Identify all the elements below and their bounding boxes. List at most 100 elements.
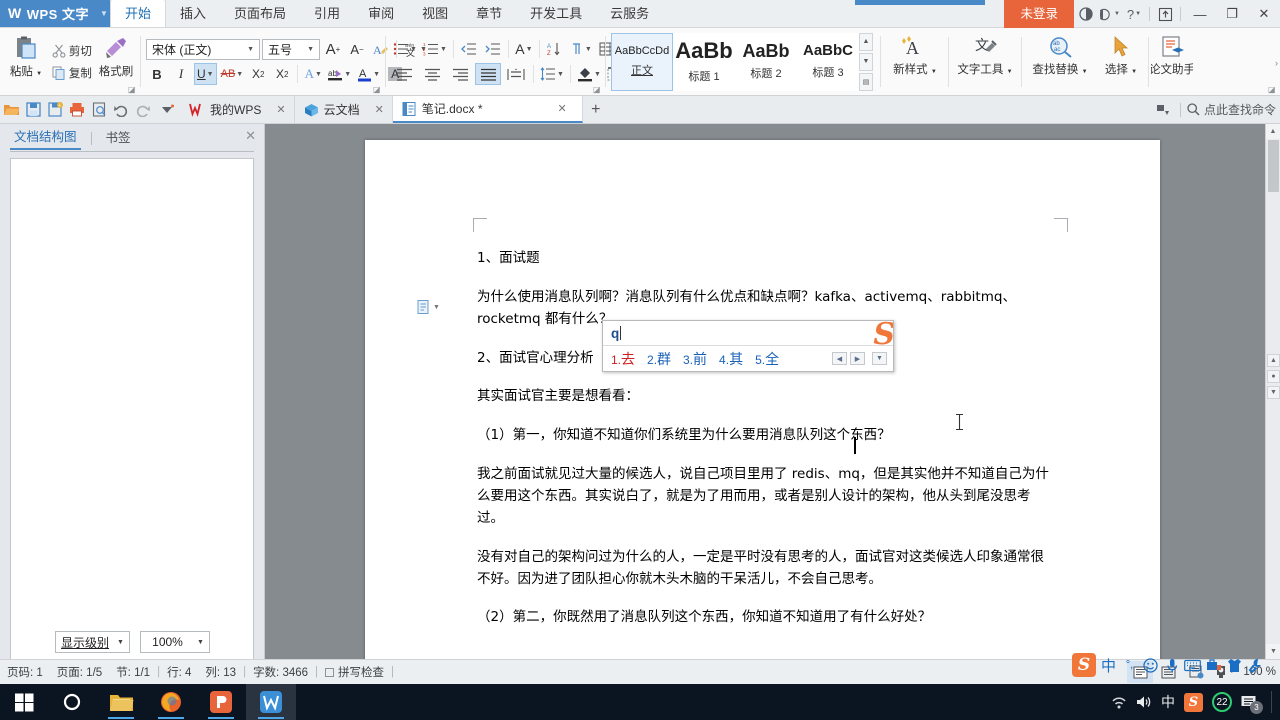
bold-button[interactable]: B [146, 63, 168, 85]
tray-notifications-icon[interactable]: 3 [1241, 695, 1263, 714]
help-icon[interactable]: ? ▼ [1122, 0, 1146, 28]
customize-quick-access-icon[interactable] [154, 97, 180, 123]
style-item-body[interactable]: AaBbCcDd 正文 [611, 32, 673, 91]
print-preview-icon[interactable] [88, 97, 110, 123]
style-item-heading2[interactable]: AaBb 标题 2 [735, 32, 797, 91]
document-canvas[interactable]: 1、面试题 为什么使用消息队列啊？消息队列有什么优点和缺点啊？kafka、act… [265, 124, 1280, 659]
font-dialog-launcher[interactable]: ◪ [373, 85, 382, 94]
scroll-down-arrow[interactable]: ▼ [1266, 644, 1280, 659]
decrease-indent-button[interactable] [458, 38, 480, 60]
chevron-down-icon[interactable]: ▼ [433, 304, 440, 311]
italic-button[interactable]: I [170, 63, 192, 85]
maximize-button[interactable]: ❐ [1216, 0, 1248, 28]
ime-candidate-popup[interactable]: q 1.去 2.群 3.前 4.其 5.全 ◀ ▶ ▼ S [602, 320, 894, 372]
new-style-button[interactable]: A 新样式 ▼ ◪ [884, 32, 1276, 94]
doc-tab-notes[interactable]: 笔记.docx * ✕ [392, 96, 583, 123]
strikethrough-button[interactable]: AB ▼ [219, 63, 246, 85]
ime-candidate-3[interactable]: 3.前 [683, 349, 707, 369]
open-file-icon[interactable] [0, 97, 22, 123]
taskbar-wps-presentation[interactable] [196, 684, 246, 720]
font-family-combo[interactable]: 宋体 (正文) ▼ [146, 38, 260, 60]
ribbon-tab-review[interactable]: 审阅 [354, 1, 408, 27]
ribbon-tab-view[interactable]: 视图 [408, 1, 462, 27]
sidebar-close-icon[interactable]: ✕ [245, 128, 256, 144]
ime-expand-button[interactable]: ▼ [872, 352, 887, 365]
ime-voice-input-icon[interactable] [1163, 658, 1180, 673]
sogou-logo-icon[interactable]: S [1072, 653, 1096, 677]
bullet-list-button[interactable]: ▼ [391, 38, 419, 60]
ime-skin-icon[interactable] [1226, 658, 1243, 673]
ime-settings-icon[interactable] [1247, 658, 1264, 673]
thesis-helper-button[interactable]: 论文助手 [1151, 32, 1193, 92]
ribbon-tab-cloud[interactable]: 云服务 [596, 1, 663, 27]
close-button[interactable]: ✕ [1248, 0, 1280, 28]
wps-app-logo[interactable]: W WPS 文字 ▼ [0, 0, 110, 27]
status-spellcheck[interactable]: 拼写检查 [318, 664, 391, 680]
numbered-list-button[interactable]: 123 ▼ [421, 38, 449, 60]
save-as-icon[interactable]: + [44, 97, 66, 123]
doc-tab-my-wps[interactable]: 我的WPS ✕ [180, 96, 295, 123]
sidebar-tab-bookmarks[interactable]: 书签 [102, 127, 135, 149]
save-icon[interactable] [22, 97, 44, 123]
increase-indent-button[interactable] [482, 38, 504, 60]
paste-button[interactable]: 粘贴 ▼ [4, 32, 48, 92]
clipboard-dialog-launcher[interactable]: ◪ [128, 85, 137, 94]
taskbar-wps-writer[interactable] [246, 684, 296, 720]
sort-button[interactable]: AZ [544, 38, 566, 60]
style-item-heading3[interactable]: AaBbC 标题 3 [797, 32, 859, 91]
distributed-align-button[interactable] [503, 63, 529, 85]
style-gutter-marker[interactable]: ▼ [417, 300, 440, 314]
scrollbar-thumb[interactable] [1268, 140, 1279, 192]
undo-icon[interactable] [110, 97, 132, 123]
text-tools-button[interactable]: 文 文字工具 ▼ [951, 32, 1019, 92]
chevron-down-icon[interactable]: ▼ [100, 9, 108, 18]
styles-gallery-scroll[interactable]: ▲ ▼ ▤ [859, 32, 873, 91]
ribbon-tab-insert[interactable]: 插入 [166, 1, 220, 27]
show-desktop-button[interactable] [1271, 691, 1272, 713]
justify-button[interactable] [475, 63, 501, 85]
gallery-expand[interactable]: ▤ [859, 72, 873, 91]
ime-prev-page-button[interactable]: ◀ [832, 352, 847, 365]
globe-icon[interactable] [1074, 0, 1098, 28]
ime-next-page-button[interactable]: ▶ [850, 352, 865, 365]
pinyin-phonetic-button[interactable]: A ▼ [513, 38, 535, 60]
select-browse-object-button[interactable]: ● [1267, 370, 1280, 383]
previous-page-button[interactable]: ▲ [1267, 354, 1280, 367]
document-body-text[interactable]: 1、面试题 为什么使用消息队列啊？消息队列有什么优点和缺点啊？kafka、act… [477, 248, 1053, 646]
network-icon[interactable] [1111, 695, 1127, 709]
ribbon-tab-start[interactable]: 开始 [110, 0, 167, 27]
align-left-button[interactable] [391, 63, 417, 85]
status-word-count[interactable]: 字数: 3466 [246, 664, 315, 680]
ribbon-tab-section[interactable]: 章节 [462, 1, 516, 27]
cortana-search-button[interactable] [48, 684, 96, 720]
find-replace-button[interactable]: ab ac 查找替换 ▼ [1024, 32, 1096, 92]
ribbon-overflow-icon[interactable]: › [1275, 58, 1278, 68]
find-command-box[interactable]: 点此查找命令 [1187, 101, 1276, 118]
subscript-button[interactable]: X2 [271, 63, 293, 85]
font-color-button[interactable]: A ▼ [355, 63, 382, 85]
ime-punctuation-toggle[interactable]: °, [1121, 659, 1138, 671]
align-right-button[interactable] [447, 63, 473, 85]
ribbon-tab-page-layout[interactable]: 页面布局 [220, 1, 300, 27]
ime-soft-keyboard-icon[interactable] [1184, 659, 1201, 672]
grow-font-button[interactable]: A + [322, 38, 344, 60]
line-spacing-button[interactable]: ▼ [538, 63, 566, 85]
copy-button[interactable]: 复制 [48, 62, 96, 84]
font-size-combo[interactable]: 五号 ▼ [262, 38, 320, 60]
gallery-scroll-up[interactable]: ▲ [859, 32, 873, 51]
tray-sogou-icon[interactable]: S [1184, 692, 1203, 712]
format-painter-button[interactable]: 格式刷 [96, 32, 136, 92]
print-icon[interactable] [66, 97, 88, 123]
redo-icon[interactable] [132, 97, 154, 123]
sidebar-zoom-dropdown[interactable]: 100% ▼ [139, 631, 210, 653]
document-page[interactable]: 1、面试题 为什么使用消息队列啊？消息队列有什么优点和缺点啊？kafka、act… [365, 140, 1160, 659]
ime-candidate-5[interactable]: 5.全 [755, 349, 779, 369]
ribbon-tab-references[interactable]: 引用 [300, 1, 354, 27]
cut-button[interactable]: 剪切 [48, 40, 96, 62]
tray-security-badge[interactable]: 22 [1212, 692, 1232, 712]
scroll-up-arrow[interactable]: ▲ [1266, 124, 1280, 139]
underline-button[interactable]: U ▼ [194, 63, 217, 85]
ribbon-options-icon[interactable] [1152, 97, 1174, 123]
close-icon[interactable]: ✕ [276, 103, 285, 116]
gallery-scroll-down[interactable]: ▼ [859, 52, 873, 71]
